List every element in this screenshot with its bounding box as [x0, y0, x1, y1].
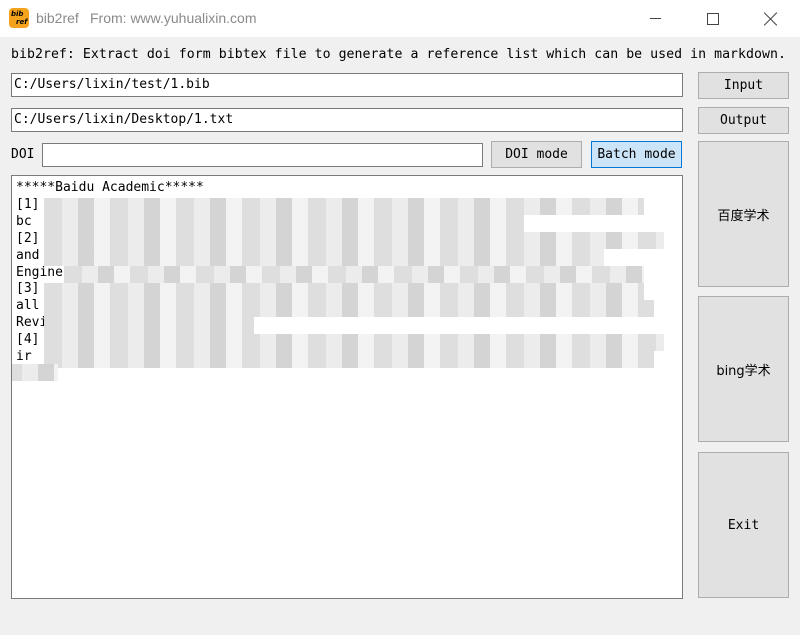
baidu-academic-button[interactable]: 百度学术 [698, 141, 789, 287]
close-button[interactable] [742, 0, 800, 37]
redacted-text [44, 334, 664, 351]
app-description: bib2ref: Extract doi form bibtex file to… [11, 47, 786, 62]
minimize-icon [649, 18, 661, 19]
window-title: bib2ref [36, 10, 79, 26]
output-button[interactable]: Output [698, 107, 789, 134]
window-subtitle: From: www.yuhualixin.com [90, 10, 257, 26]
redacted-text [44, 283, 644, 300]
exit-button[interactable]: Exit [698, 452, 789, 598]
input-path-field[interactable]: C:/Users/lixin/test/1.bib [11, 73, 683, 97]
redacted-text [44, 351, 654, 368]
maximize-button[interactable] [684, 0, 742, 37]
redacted-text [44, 215, 524, 232]
doi-input[interactable] [42, 143, 483, 167]
bing-academic-button[interactable]: bing学术 [698, 296, 789, 442]
minimize-button[interactable] [626, 0, 684, 37]
close-icon [764, 12, 778, 26]
batch-mode-button[interactable]: Batch mode [591, 141, 682, 168]
title-bar: bib ref bib2ref From: www.yuhualixin.com [0, 0, 800, 37]
redacted-text [64, 266, 644, 283]
output-path-field[interactable]: C:/Users/lixin/Desktop/1.txt [11, 108, 683, 132]
redacted-text [44, 249, 604, 266]
doi-mode-button[interactable]: DOI mode [491, 141, 582, 168]
app-logo-icon: bib ref [9, 8, 29, 28]
doi-label: DOI [11, 147, 35, 162]
redacted-text [12, 364, 58, 381]
input-button[interactable]: Input [698, 72, 789, 99]
redacted-text [44, 317, 254, 334]
redacted-text [44, 198, 644, 215]
output-textarea[interactable]: *****Baidu Academic***** [1] bc [2] and … [11, 175, 683, 599]
maximize-icon [707, 12, 719, 25]
redacted-text [44, 232, 664, 249]
redacted-text [44, 300, 654, 317]
